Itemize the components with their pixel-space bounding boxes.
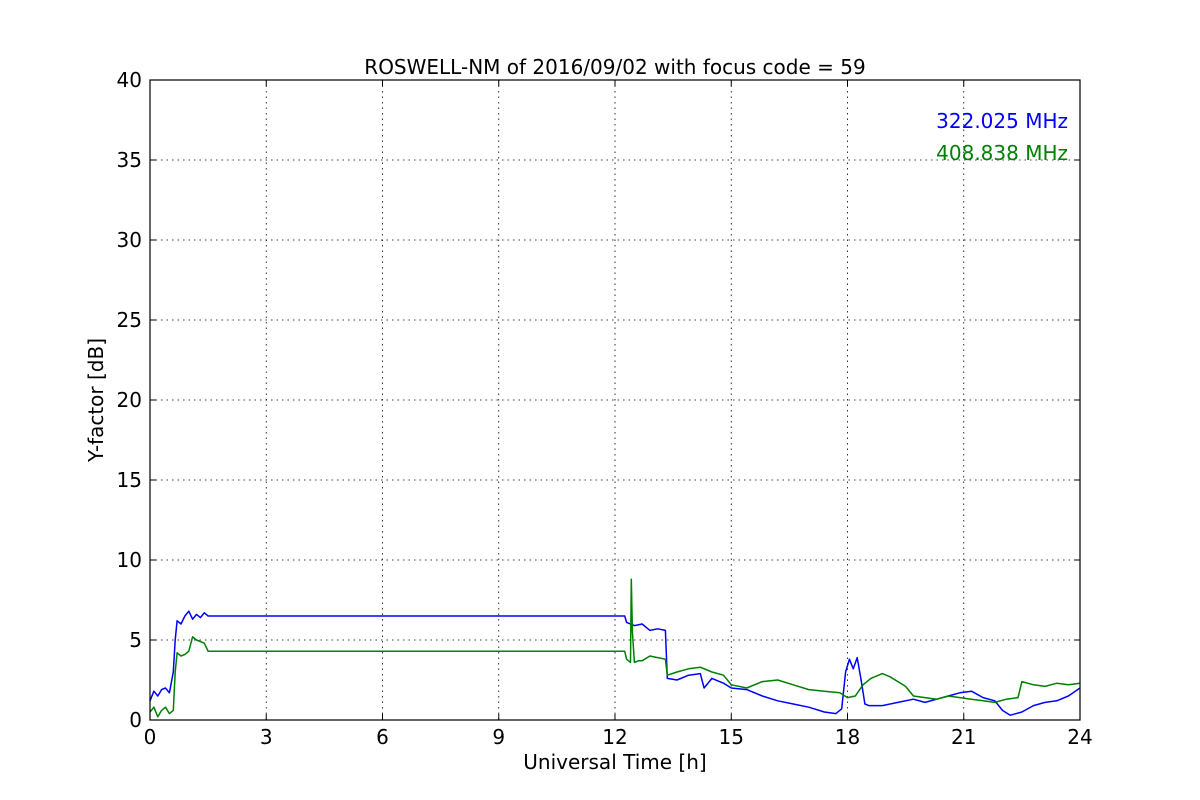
y-tick-label: 35 (117, 148, 142, 172)
chart: 0 3 6 9 12 15 18 21 24 0 5 10 15 20 25 30 35 40 ROSWELL-N… (0, 0, 1200, 800)
y-axis-label: Y-factor [dB] (84, 338, 108, 463)
legend-entry-1: 408.838 MHz (936, 141, 1068, 165)
x-tick-label: 6 (376, 725, 389, 749)
x-tick-label: 24 (1067, 725, 1092, 749)
legend-entry-0: 322.025 MHz (936, 109, 1068, 133)
y-tick-label: 30 (117, 228, 142, 252)
x-tick-label: 15 (719, 725, 744, 749)
y-tick-label: 10 (117, 548, 142, 572)
x-tick-label: 18 (835, 725, 860, 749)
x-tick-label: 3 (260, 725, 273, 749)
y-tick-label: 0 (129, 708, 142, 732)
x-tick-label: 9 (492, 725, 505, 749)
y-tick-label: 25 (117, 308, 142, 332)
x-tick-label: 12 (602, 725, 627, 749)
y-tick-label: 15 (117, 468, 142, 492)
chart-title: ROSWELL-NM of 2016/09/02 with focus code… (364, 55, 865, 79)
x-tick-label: 0 (144, 725, 157, 749)
x-axis-label: Universal Time [h] (523, 750, 706, 774)
y-tick-label: 40 (117, 68, 142, 92)
x-tick-label: 21 (951, 725, 976, 749)
y-tick-label: 20 (117, 388, 142, 412)
y-tick-label: 5 (129, 628, 142, 652)
